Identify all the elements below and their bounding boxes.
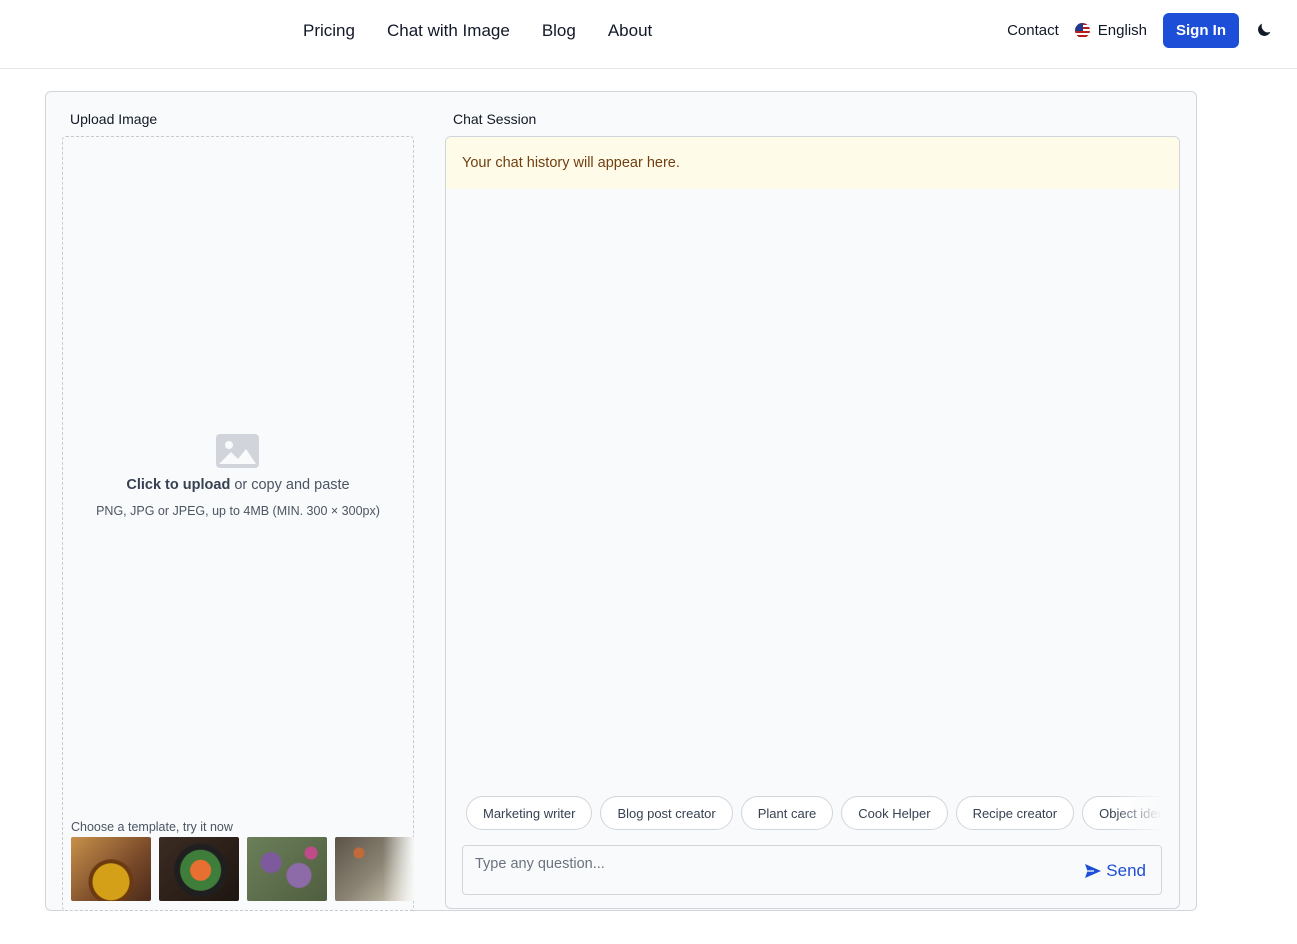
template-thumbnails	[71, 837, 415, 901]
template-thumbnail-necklace[interactable]	[71, 837, 151, 901]
send-label: Send	[1106, 861, 1146, 880]
chip-blog-post-creator[interactable]: Blog post creator	[600, 796, 733, 830]
template-thumbnail-food-bowl[interactable]	[159, 837, 239, 901]
upload-hint: PNG, JPG or JPEG, up to 4MB (MIN. 300 × …	[96, 504, 380, 518]
upload-dropzone[interactable]: Click to upload or copy and paste PNG, J…	[62, 136, 415, 911]
chat-history-placeholder: Your chat history will appear here.	[446, 137, 1179, 189]
nav-about[interactable]: About	[608, 21, 652, 41]
language-label: English	[1097, 21, 1147, 39]
prompt-chips: Marketing writer Blog post creator Plant…	[466, 796, 1162, 830]
question-input-box: Send	[462, 845, 1162, 895]
sign-in-button[interactable]: Sign In	[1163, 12, 1239, 48]
send-icon	[1085, 864, 1102, 878]
header-actions: Contact English Sign In	[1007, 12, 1273, 48]
template-thumbnail-objects[interactable]	[335, 837, 415, 901]
language-selector[interactable]: English	[1074, 21, 1147, 39]
chat-panel: Your chat history will appear here. Mark…	[445, 136, 1180, 909]
template-label: Choose a template, try it now	[71, 820, 233, 834]
upload-title: Upload Image	[70, 111, 158, 127]
chat-title: Chat Session	[453, 111, 537, 127]
contact-link[interactable]: Contact	[1007, 22, 1059, 39]
question-input[interactable]	[475, 854, 1035, 874]
nav-blog[interactable]: Blog	[542, 21, 576, 41]
copy-paste-text: or copy and paste	[230, 477, 350, 493]
chip-cook-helper[interactable]: Cook Helper	[841, 796, 948, 830]
chip-recipe-creator[interactable]: Recipe creator	[955, 796, 1075, 830]
image-placeholder-icon	[216, 434, 259, 468]
us-flag-icon	[1074, 22, 1090, 38]
template-thumbnail-plant[interactable]	[247, 837, 327, 901]
nav-chat-with-image[interactable]: Chat with Image	[387, 21, 510, 41]
chip-object-identifier[interactable]: Object identifier	[1082, 796, 1162, 830]
main-nav: Pricing Chat with Image Blog About	[303, 0, 652, 62]
upload-instructions: Click to upload or copy and paste	[63, 477, 413, 493]
moon-icon[interactable]	[1255, 21, 1273, 39]
send-button[interactable]: Send	[1084, 861, 1146, 881]
click-to-upload-text[interactable]: Click to upload	[126, 477, 230, 493]
main-card: Upload Image Chat Session Click to uploa…	[45, 91, 1197, 911]
site-header: Pricing Chat with Image Blog About Conta…	[0, 0, 1297, 69]
chip-plant-care[interactable]: Plant care	[740, 796, 834, 830]
nav-pricing[interactable]: Pricing	[303, 21, 355, 41]
chip-marketing-writer[interactable]: Marketing writer	[466, 796, 593, 830]
